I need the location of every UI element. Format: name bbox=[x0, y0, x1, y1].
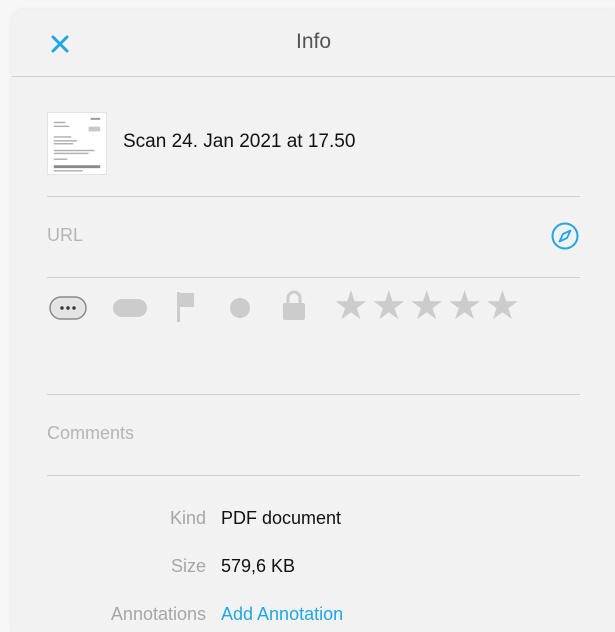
url-input[interactable] bbox=[47, 225, 507, 246]
rating-star-3[interactable]: ★ bbox=[409, 286, 445, 326]
info-content: Scan 24. Jan 2021 at 17.50 URL ★ ★ ★ ★ ★… bbox=[47, 77, 580, 632]
metadata-section: Kind PDF document Size 579,6 KB Annotati… bbox=[47, 476, 580, 632]
kind-value: PDF document bbox=[221, 507, 342, 528]
size-value: 579,6 KB bbox=[221, 555, 296, 576]
comments-row bbox=[47, 395, 580, 476]
rating-star-1[interactable]: ★ bbox=[333, 286, 369, 326]
unread-dot-icon[interactable] bbox=[229, 297, 251, 319]
lock-icon[interactable] bbox=[282, 289, 306, 321]
document-name[interactable]: Scan 24. Jan 2021 at 17.50 bbox=[123, 131, 355, 153]
tags-row: ★ ★ ★ ★ ★ bbox=[47, 278, 580, 395]
annotations-label: Annotations bbox=[110, 603, 206, 624]
rating-star-4[interactable]: ★ bbox=[447, 286, 483, 326]
flag-icon[interactable] bbox=[176, 292, 196, 322]
kind-label: Kind bbox=[169, 507, 206, 528]
kind-row: Kind PDF document bbox=[47, 494, 580, 542]
url-row bbox=[47, 197, 580, 278]
annotations-row: Annotations Add Annotation bbox=[47, 590, 580, 632]
compass-icon[interactable] bbox=[550, 221, 580, 251]
size-label: Size bbox=[170, 555, 206, 576]
rating-star-5[interactable]: ★ bbox=[484, 286, 520, 326]
label-pill-icon[interactable] bbox=[113, 299, 147, 317]
comments-input[interactable] bbox=[47, 423, 580, 444]
more-options-icon[interactable] bbox=[49, 296, 87, 320]
size-row: Size 579,6 KB bbox=[47, 542, 580, 590]
info-panel: Info Scan 24. Jan 2021 at 17.50 URL ★ ★ … bbox=[12, 10, 615, 632]
page-title: Info bbox=[295, 30, 332, 53]
document-thumbnail[interactable] bbox=[47, 112, 107, 175]
rating-stars: ★ ★ ★ ★ ★ bbox=[333, 286, 520, 326]
add-annotation-link[interactable]: Add Annotation bbox=[221, 604, 343, 625]
rating-star-2[interactable]: ★ bbox=[371, 286, 407, 326]
info-header: Info bbox=[12, 10, 615, 77]
document-row: Scan 24. Jan 2021 at 17.50 bbox=[47, 77, 580, 197]
